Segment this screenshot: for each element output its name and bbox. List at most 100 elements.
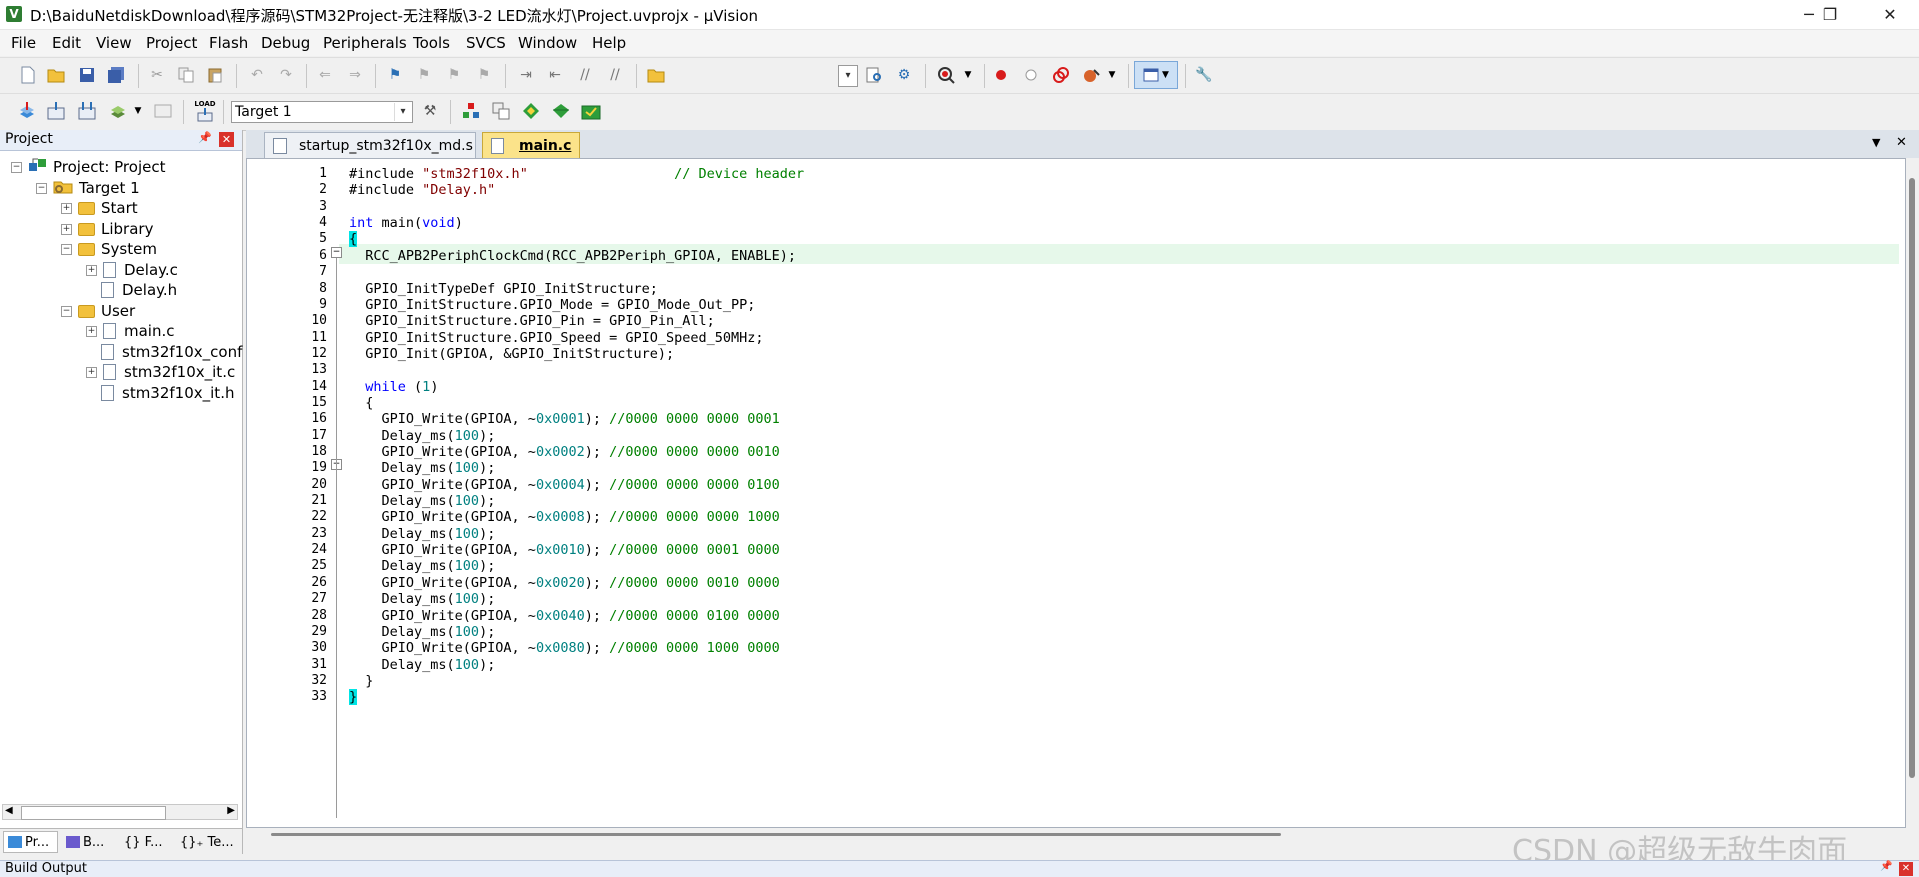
menu-help[interactable]: Help [592,34,626,52]
code-line[interactable]: int main(void) [349,213,463,233]
incremental-find-icon[interactable] [863,64,885,86]
menu-peripherals[interactable]: Peripherals [323,34,407,52]
project-hscrollbar[interactable]: ◀ ▶ [2,804,238,820]
expand-icon[interactable]: + [61,223,72,235]
debug-settings-icon[interactable]: ⚙ [893,64,915,86]
close-panel-button[interactable]: ✕ [1899,862,1913,876]
tree-item-group-user[interactable]: − User [61,300,135,322]
next-bookmark-icon[interactable]: ⚑ [443,64,465,86]
expand-icon[interactable]: + [86,366,97,378]
tab-startup-file[interactable]: startup_stm32f10x_md.s [264,132,476,158]
code-line[interactable]: #include "Delay.h" [349,180,495,200]
tab-books[interactable]: B... [62,831,112,853]
expand-icon[interactable]: + [86,264,97,276]
indent-icon[interactable]: ⇥ [515,64,537,86]
expand-icon[interactable]: + [86,325,97,337]
build-icon[interactable] [45,100,67,122]
file-extensions-icon[interactable] [490,100,512,122]
tree-item-target-1[interactable]: − Target 1 [36,177,140,199]
maximize-button[interactable]: ❐ [1802,0,1858,29]
code-editor[interactable]: 1 2 3 4 5 6 7 8 9 10 11 12 13 14 15 16 17 18 19 20 21 22 23 24 2… [246,158,1906,828]
tree-item-file-delay-h[interactable]: Delay.h [101,279,177,301]
window-layout-button[interactable]: ▼ [1134,61,1178,89]
close-window-button[interactable]: ✕ [1862,0,1918,29]
target-options-icon[interactable]: ⚒ [419,100,441,122]
undo-icon[interactable]: ↶ [246,64,268,86]
unindent-icon[interactable]: ⇤ [544,64,566,86]
pack-installer-icon[interactable] [580,100,602,122]
save-button[interactable] [76,64,98,86]
menu-view[interactable]: View [96,34,132,52]
close-tab-icon[interactable]: ✕ [1896,135,1907,150]
tab-list-dropdown-icon[interactable]: ▼ [1872,136,1880,149]
breakpoint-icon[interactable] [990,64,1012,86]
collapse-icon[interactable]: − [61,243,72,255]
paste-button[interactable] [204,64,226,86]
collapse-icon[interactable]: − [61,305,72,317]
navigate-forward-icon[interactable]: ⇒ [344,64,366,86]
open-file-button[interactable] [45,64,67,86]
kill-breakpoints-icon[interactable] [1080,64,1102,86]
configure-wrench-icon[interactable]: 🔧 [1193,64,1215,86]
batch-build-icon[interactable] [107,100,129,122]
prev-bookmark-icon[interactable]: ⚑ [413,64,435,86]
tab-main-c[interactable]: main.c [482,132,580,158]
scroll-thumb[interactable] [1909,178,1915,778]
tree-item-group-library[interactable]: + Library [61,218,153,240]
expand-icon[interactable]: + [61,202,72,214]
cut-icon[interactable]: ✂ [146,64,168,86]
menu-tools[interactable]: Tools [413,34,450,52]
debug-session-icon[interactable] [935,64,957,86]
tree-item-file-main-c[interactable]: + main.c [86,320,175,342]
tab-functions[interactable]: {} F... [120,831,172,853]
collapse-icon[interactable]: − [11,161,22,173]
menu-window[interactable]: Window [518,34,577,52]
pin-icon[interactable]: 📌 [198,131,212,144]
manage-project-items-icon[interactable] [460,100,482,122]
menu-file[interactable]: File [11,34,36,52]
translate-icon[interactable] [16,100,38,122]
code-line[interactable]: } [349,687,358,707]
tree-item-file-stm32f10x-it-c[interactable]: + stm32f10x_it.c [86,361,235,383]
find-in-files-icon[interactable] [645,64,667,86]
tab-templates[interactable]: {}₊ Te... [176,831,240,853]
chevron-down-icon[interactable]: ▼ [127,100,149,122]
download-load-button[interactable]: LOAD [192,98,218,124]
manage-rte-icon[interactable] [550,100,572,122]
menu-debug[interactable]: Debug [261,34,310,52]
tree-item-group-system[interactable]: − System [61,238,157,260]
stop-build-icon[interactable] [152,100,174,122]
tree-item-file-delay-c[interactable]: + Delay.c [86,259,178,281]
target-select[interactable]: Target 1 ▾ [231,101,413,123]
close-panel-button[interactable]: ✕ [219,132,234,147]
tree-item-file-stm32f10x-conf[interactable]: stm32f10x_conf [101,341,242,363]
scroll-right-icon[interactable]: ▶ [227,805,235,816]
chevron-down-icon[interactable]: ▼ [1101,64,1123,86]
menu-flash[interactable]: Flash [209,34,248,52]
menu-svcs[interactable]: SVCS [466,34,506,52]
uncomment-icon[interactable]: // [604,64,626,86]
clear-bookmarks-icon[interactable]: ⚑ [473,64,495,86]
save-all-button[interactable] [105,64,127,86]
tree-item-group-start[interactable]: + Start [61,197,138,219]
new-file-button[interactable] [17,64,39,86]
disable-all-breakpoints-icon[interactable] [1050,64,1072,86]
chevron-down-icon[interactable]: ▼ [957,64,979,86]
collapse-icon[interactable]: − [36,182,47,194]
menu-edit[interactable]: Edit [52,34,81,52]
code-line[interactable]: GPIO_Init(GPIOA, &GPIO_InitStructure); [349,344,674,364]
scroll-thumb[interactable] [271,833,1281,836]
editor-vscrollbar[interactable] [1906,158,1919,828]
select-packs-icon[interactable] [520,100,542,122]
find-combo[interactable]: ▾ [838,65,858,87]
bookmark-icon[interactable]: ⚑ [384,64,406,86]
tree-item-project-root[interactable]: − Project: Project [11,156,165,178]
code-line[interactable]: RCC_APB2PeriphClockCmd(RCC_APB2Periph_GP… [349,246,796,266]
redo-icon[interactable]: ↷ [275,64,297,86]
scroll-left-icon[interactable]: ◀ [5,805,13,816]
disabled-breakpoint-icon[interactable] [1020,64,1042,86]
navigate-back-icon[interactable]: ⇐ [314,64,336,86]
comment-icon[interactable]: // [574,64,596,86]
fold-collapse-icon[interactable]: − [331,247,342,258]
tree-item-file-stm32f10x-it-h[interactable]: stm32f10x_it.h [101,382,234,404]
